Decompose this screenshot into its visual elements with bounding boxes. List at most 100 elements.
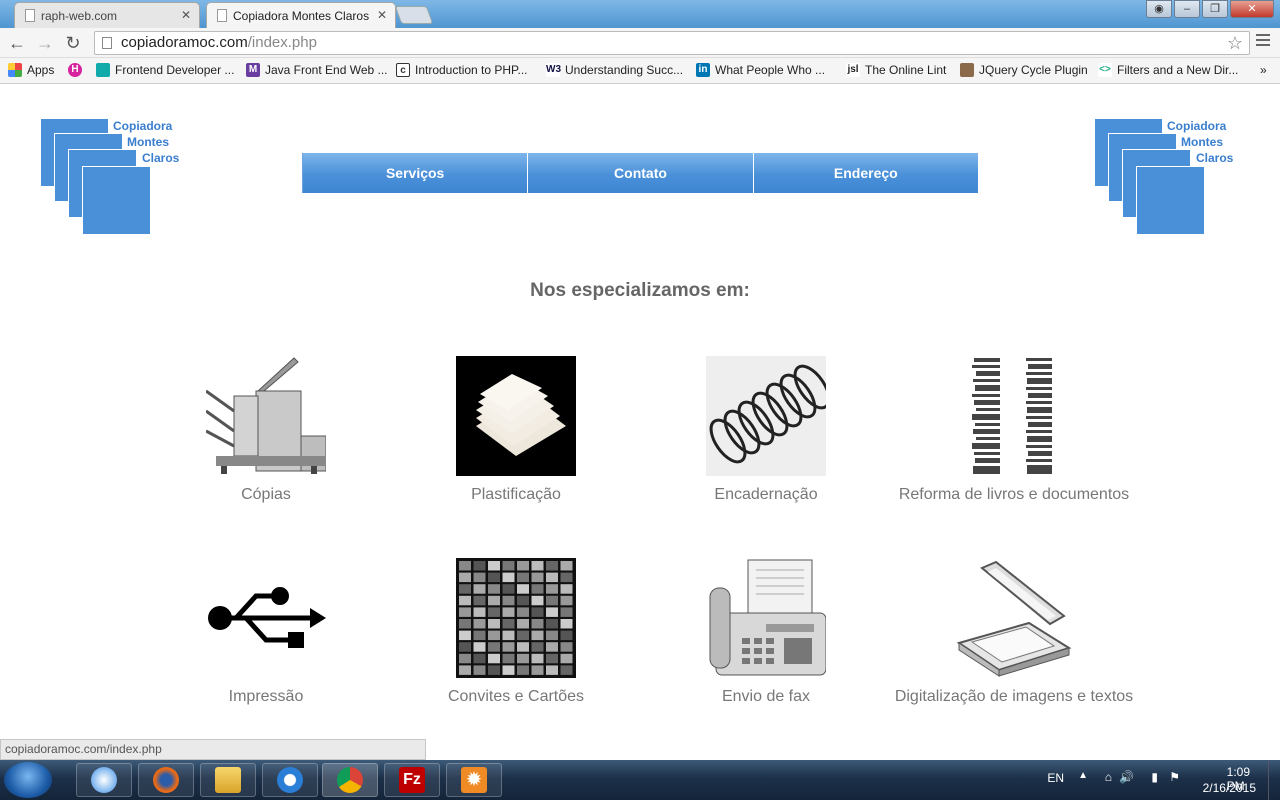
bookmark-label: Introduction to PHP...	[415, 63, 528, 77]
card-thumbnail	[459, 584, 471, 594]
signal-icon[interactable]: ▮	[1151, 770, 1158, 784]
logo-text: Claros	[142, 151, 180, 165]
maximize-button[interactable]: ❐	[1202, 0, 1228, 18]
close-window-button[interactable]: ✕	[1230, 0, 1274, 18]
card-thumbnail	[546, 572, 558, 583]
logo-text: Montes	[1181, 135, 1223, 149]
card-thumbnail	[560, 653, 573, 664]
page-icon	[25, 9, 35, 22]
tab-raph-web[interactable]: raph-web.com ✕	[14, 2, 200, 28]
bookmark-linkedin[interactable]: in What People Who ...	[696, 63, 825, 77]
show-hidden-icons[interactable]: ▲	[1078, 770, 1088, 781]
card-thumbnail	[531, 607, 544, 617]
linkedin-icon: in	[696, 63, 710, 77]
forward-button[interactable]: →	[34, 32, 56, 54]
bookmark-label: Frontend Developer ...	[115, 63, 235, 77]
site-logo-left[interactable]: Copiadora Montes Claros	[40, 118, 190, 243]
service-convites[interactable]: Convites e Cartões	[391, 558, 641, 706]
bookmark-java[interactable]: M Java Front End Web ...	[246, 63, 388, 77]
card-thumbnail	[473, 665, 486, 675]
bookmark-filters[interactable]: <> Filters and a New Dir...	[1098, 63, 1238, 77]
avatar-icon	[960, 63, 974, 77]
main-nav: Serviços Contato Endereço	[302, 153, 978, 193]
window-controls: ◉ – ❐ ✕	[1146, 0, 1274, 18]
settings-icon[interactable]: ✹	[446, 763, 502, 797]
start-button[interactable]	[4, 762, 52, 798]
card-thumbnail	[546, 595, 558, 606]
volume-icon[interactable]: 🔊	[1119, 770, 1134, 784]
card-thumbnail	[488, 607, 500, 617]
bookmark-apps[interactable]: Apps	[8, 63, 54, 77]
card-thumbnail	[488, 595, 500, 606]
card-thumbnail	[560, 607, 573, 617]
tab-copiadora[interactable]: Copiadora Montes Claros ✕	[206, 2, 396, 28]
bookmark-jquery-cycle[interactable]: JQuery Cycle Plugin	[960, 63, 1088, 77]
network-icon[interactable]: ⌂	[1105, 770, 1112, 784]
bookmarks-bar: Apps H Frontend Developer ... M Java Fro…	[0, 58, 1280, 84]
nav-contato[interactable]: Contato	[527, 153, 753, 193]
card-thumbnail	[502, 595, 515, 606]
nav-servicos[interactable]: Serviços	[302, 153, 528, 193]
card-thumbnail	[473, 630, 486, 641]
close-icon[interactable]: ✕	[181, 8, 191, 22]
card-thumbnail	[546, 665, 558, 675]
bookmark-treehouse[interactable]: H	[68, 63, 82, 77]
firefox-icon[interactable]	[138, 763, 194, 797]
flag-icon[interactable]: ⚑	[1169, 770, 1180, 784]
user-icon[interactable]: ◉	[1146, 0, 1172, 18]
new-tab-button[interactable]	[394, 6, 434, 24]
service-plastificacao[interactable]: Plastificação	[391, 356, 641, 504]
bookmarks-overflow[interactable]: »	[1260, 63, 1267, 77]
card-thumbnail	[517, 630, 529, 641]
back-button[interactable]: ←	[6, 32, 28, 54]
address-bar[interactable]: copiadoramoc.com/index.php ☆	[94, 31, 1250, 55]
bookmark-jslint[interactable]: jsl The Online Lint	[846, 63, 946, 77]
close-icon[interactable]: ✕	[377, 8, 387, 22]
card-thumbnail	[560, 572, 573, 583]
copier-icon	[205, 356, 327, 476]
card-thumbnail	[531, 584, 544, 594]
menu-icon[interactable]	[1256, 34, 1270, 49]
service-impressao[interactable]: Impressão	[141, 558, 391, 706]
service-reforma[interactable]: Reforma de livros e documentos	[889, 356, 1139, 504]
card-thumbnail	[502, 665, 515, 675]
page-heading: Nos especializamos em:	[530, 280, 750, 301]
ie-icon[interactable]	[262, 763, 318, 797]
card-thumbnail	[560, 630, 573, 641]
bookmark-frontend[interactable]: Frontend Developer ...	[96, 63, 234, 77]
bookmark-php[interactable]: c Introduction to PHP...	[396, 63, 528, 77]
card-thumbnail	[502, 584, 515, 594]
safari-icon[interactable]	[76, 763, 132, 797]
card-thumbnail	[488, 630, 500, 641]
card-thumbnail	[560, 595, 573, 606]
show-desktop-button[interactable]	[1268, 760, 1280, 800]
filezilla-icon[interactable]: Fz	[384, 763, 440, 797]
card-thumbnail	[560, 665, 573, 675]
service-encadernacao[interactable]: Encadernação	[641, 356, 891, 504]
explorer-icon[interactable]	[200, 763, 256, 797]
card-thumbnail	[459, 595, 471, 606]
laminate-sheets-icon	[456, 356, 576, 476]
service-label: Cópias	[241, 486, 291, 503]
chrome-icon[interactable]	[322, 763, 378, 797]
scanner-icon	[954, 558, 1074, 678]
language-indicator[interactable]: EN	[1047, 771, 1064, 785]
bookmark-label: Java Front End Web ...	[265, 63, 388, 77]
service-fax[interactable]: Envio de fax	[641, 558, 891, 706]
service-copias[interactable]: Cópias	[141, 356, 391, 504]
minimize-button[interactable]: –	[1174, 0, 1200, 18]
site-logo-right[interactable]: Copiadora Montes Claros	[1094, 118, 1244, 243]
reload-button[interactable]: ↻	[62, 32, 84, 54]
nav-endereco[interactable]: Endereço	[752, 153, 978, 193]
card-thumbnail	[502, 653, 515, 664]
star-icon[interactable]: ☆	[1227, 32, 1243, 54]
card-thumbnail	[546, 584, 558, 594]
logo-text: Montes	[127, 135, 169, 149]
card-thumbnail	[517, 572, 529, 583]
service-digitalizacao[interactable]: Digitalização de imagens e textos	[889, 558, 1139, 706]
bookmark-w3[interactable]: W3 Understanding Succ...	[546, 63, 683, 77]
clock-date[interactable]: 2/16/2015	[1203, 781, 1256, 795]
card-thumbnail	[560, 584, 573, 594]
card-thumbnail	[488, 653, 500, 664]
c-icon: c	[396, 63, 410, 77]
